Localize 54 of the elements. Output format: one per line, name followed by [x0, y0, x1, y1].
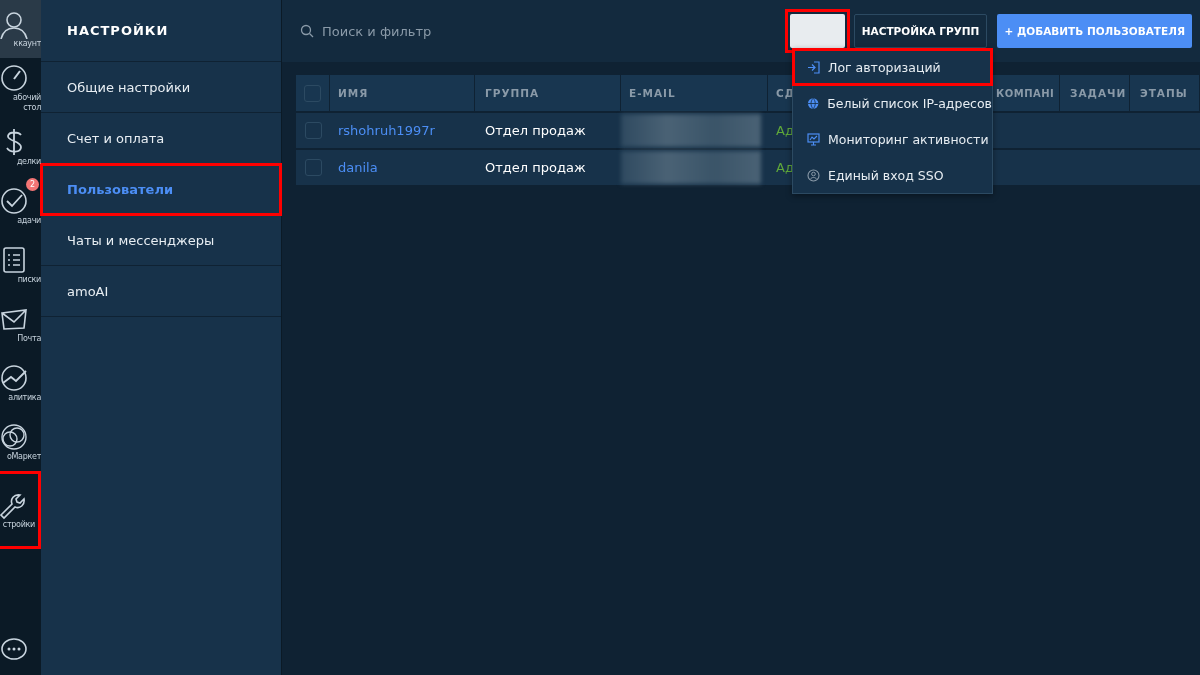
column-header: ИМЯ	[330, 75, 475, 111]
settings-menu-item[interactable]: Общие настройки	[41, 62, 281, 113]
nav-item[interactable]: делки	[0, 117, 41, 176]
column-header: ЗАДАЧИ	[1060, 75, 1130, 111]
nav-item[interactable]: абочий стол	[0, 58, 41, 117]
nav-label: оМаркет	[5, 451, 41, 462]
search-field[interactable]: Поиск и фильтр	[320, 22, 524, 40]
nav-item[interactable]: писки	[0, 235, 41, 294]
table-cell: Ад	[776, 123, 794, 138]
nav-item[interactable]: алитика	[0, 353, 41, 412]
nav-label: адачи	[16, 215, 41, 226]
checkbox[interactable]	[304, 122, 322, 139]
menu-label: Мониторинг активности	[828, 131, 989, 147]
settings-menu-item[interactable]: Чаты и мессенджеры	[41, 215, 281, 266]
nav-item[interactable]: ккаунт	[0, 0, 41, 58]
count-badge: 2	[26, 178, 39, 191]
settings-menu-item[interactable]: Пользователи	[41, 164, 281, 215]
nav-item[interactable]: адачи 2	[0, 176, 41, 235]
nav-item[interactable]: Почта	[0, 294, 41, 353]
dropdown-item[interactable]: Единый вход SSO	[793, 157, 992, 193]
nav-label: ккаунт	[12, 39, 41, 49]
dropdown-item[interactable]: Мониторинг активности	[793, 121, 992, 157]
nav-label: стройки	[1, 520, 35, 530]
globe-icon	[807, 96, 820, 110]
table-cell: Ад	[776, 160, 794, 175]
nav-label: абочий стол	[11, 92, 41, 113]
user-circle-icon	[807, 168, 820, 182]
nav-item[interactable]: оМаркет	[0, 412, 41, 471]
column-header: E-MAIL	[621, 75, 768, 111]
speedometer-icon	[0, 62, 29, 93]
checkbox[interactable]	[304, 159, 322, 176]
table-cell-text: Отдел продаж	[484, 122, 587, 140]
panel-title: НАСТРОЙКИ	[41, 0, 281, 62]
menu-label: Единый вход SSO	[828, 167, 944, 183]
table-cell-text: Отдел продаж	[484, 159, 587, 177]
nav-label: Почта	[16, 333, 41, 344]
circles-icon	[0, 421, 29, 452]
search-icon	[300, 24, 314, 38]
user-name-link[interactable]: danila	[330, 150, 475, 185]
line-chart-icon	[0, 362, 29, 393]
user-avatar-icon	[0, 9, 29, 39]
column-header: ЭТАПЫ	[1130, 75, 1200, 111]
column-header: ГРУППА	[475, 75, 621, 111]
settings-menu-item[interactable]: amoAI	[41, 266, 281, 317]
nav-label: делки	[15, 156, 41, 167]
login-icon	[807, 60, 820, 74]
check-circle-icon	[0, 185, 29, 216]
nav-label: алитика	[7, 392, 41, 403]
group-settings-button[interactable]: НАСТРОЙКА ГРУПП	[853, 14, 988, 48]
settings-menu-item[interactable]: Счет и оплата	[41, 113, 281, 164]
nav-label: писки	[16, 274, 41, 285]
user-name-link[interactable]: rshohruh1997r	[330, 113, 475, 148]
menu-label: Лог авторизаций	[828, 59, 941, 75]
monitor-icon	[807, 132, 820, 146]
